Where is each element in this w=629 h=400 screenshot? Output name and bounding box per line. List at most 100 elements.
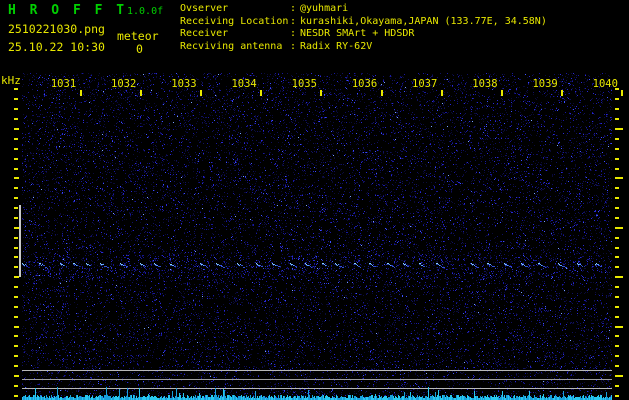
time-tick-label: 1036 (351, 78, 378, 90)
right-freq-tick (615, 177, 623, 180)
info-value: NESDR SMArt + HDSDR (300, 28, 415, 40)
right-freq-tick (615, 118, 619, 121)
info-label: Recviving antenna (180, 41, 283, 53)
time-tick-mark (139, 90, 142, 96)
time-tick-mark (380, 90, 383, 96)
time-tick-label: 1031 (50, 78, 77, 90)
freq-minor-tick (14, 315, 18, 318)
info-separator: : (290, 41, 297, 53)
right-freq-tick (615, 197, 619, 200)
right-freq-tick (615, 345, 619, 348)
freq-minor-tick (14, 88, 18, 91)
right-freq-tick (615, 365, 619, 368)
time-tick-mark (79, 90, 82, 96)
right-freq-tick (615, 236, 619, 239)
freq-minor-tick (14, 286, 18, 289)
time-tick-label: 1039 (532, 78, 558, 90)
time-tick-label: 1032 (111, 78, 137, 90)
freq-major-tick (14, 325, 19, 328)
freq-minor-tick (14, 384, 18, 387)
freq-minor-tick (14, 335, 18, 338)
right-freq-tick (615, 207, 619, 210)
freq-minor-tick (14, 236, 18, 239)
info-label: Receiver (180, 28, 229, 40)
app-title: H R O F F T (8, 3, 128, 18)
freq-major-tick (14, 177, 19, 180)
spectrogram-plot: kHz 1031 1032 1033 1034 1035 1036 1037 1038 1039… (0, 62, 629, 400)
time-tick-label: 1034 (231, 78, 257, 90)
time-tick-mark (561, 90, 564, 96)
time-tick-mark (199, 90, 202, 96)
right-freq-tick (615, 394, 619, 397)
info-label: Ovserver (180, 3, 229, 14)
right-freq-tick (615, 226, 623, 229)
output-filename: 2510221030.png (8, 22, 105, 36)
freq-minor-tick (14, 108, 18, 111)
right-freq-tick (615, 246, 619, 249)
time-tick-label: 1033 (171, 78, 197, 90)
info-separator: : (290, 15, 297, 27)
freq-minor-tick (14, 295, 18, 298)
info-value: kurashiki,Okayama,JAPAN (133.77E, 34.58N… (300, 15, 547, 27)
meteor-count-value: 0 (136, 42, 143, 56)
freq-minor-tick (14, 355, 18, 358)
right-freq-tick (615, 167, 619, 170)
freq-minor-tick (14, 345, 18, 348)
freq-unit-label: kHz (1, 74, 21, 87)
info-separator: : (290, 3, 297, 14)
right-freq-tick (615, 88, 619, 91)
freq-minor-tick (14, 118, 18, 121)
right-freq-tick (615, 256, 619, 259)
right-freq-tick (615, 108, 619, 111)
right-freq-tick (615, 325, 623, 328)
freq-major-tick (14, 375, 19, 377)
info-value: @yuhmari (300, 3, 349, 14)
time-tick-mark (621, 90, 624, 96)
right-freq-tick (615, 384, 619, 387)
freq-minor-tick (14, 365, 18, 368)
right-freq-tick (615, 216, 619, 219)
meteor-count-label: meteor (117, 29, 159, 43)
freq-minor-tick (14, 305, 18, 308)
info-value: Radix RY-62V (300, 41, 373, 53)
freq-minor-tick (14, 137, 18, 140)
hrofft-window: H R O F F T 1.0.0f 2510221030.png 25.10.… (0, 0, 629, 400)
freq-minor-tick (14, 216, 18, 219)
freq-minor-tick (14, 157, 18, 160)
freq-minor-tick (14, 256, 18, 259)
right-freq-tick (615, 295, 619, 298)
freq-minor-tick (14, 187, 18, 190)
info-separator: : (290, 28, 297, 40)
right-freq-tick (615, 286, 619, 289)
freq-minor-tick (14, 197, 18, 200)
right-freq-tick (615, 137, 619, 140)
info-row-0: Ovserver: @yuhmari (180, 3, 625, 16)
station-info: Ovserver: @yuhmari Receiving Location: kura… (180, 3, 625, 54)
right-freq-tick (615, 98, 619, 101)
info-row-1: Receiving Location: kurashiki,Okayama,JAP… (180, 16, 625, 29)
right-freq-tick (615, 375, 623, 377)
right-freq-tick (615, 157, 619, 160)
detection-band-marker (19, 205, 21, 277)
freq-minor-tick (14, 147, 18, 150)
header-bar: H R O F F T 1.0.0f 2510221030.png 25.10.… (0, 0, 629, 62)
time-tick-mark (320, 90, 323, 96)
freq-minor-tick (14, 394, 18, 397)
time-tick-label: 1035 (291, 78, 317, 90)
freq-minor-tick (14, 207, 18, 210)
right-freq-tick (615, 276, 623, 279)
right-freq-tick (615, 266, 619, 269)
app-version: 1.0.0f (127, 6, 164, 17)
time-tick-mark (260, 90, 263, 96)
right-freq-tick (615, 147, 619, 150)
info-label: Receiving Location (180, 15, 289, 27)
freq-major-tick (14, 128, 19, 130)
right-freq-tick (615, 305, 619, 308)
timestamp: 25.10.22 10:30 (8, 40, 105, 54)
right-freq-tick (615, 187, 619, 190)
right-freq-tick (615, 355, 619, 358)
spectrogram-canvas (22, 62, 612, 400)
info-row-3: Recviving antenna: Radix RY-62V (180, 41, 625, 54)
right-freq-tick (615, 335, 619, 338)
freq-minor-tick (14, 266, 18, 269)
